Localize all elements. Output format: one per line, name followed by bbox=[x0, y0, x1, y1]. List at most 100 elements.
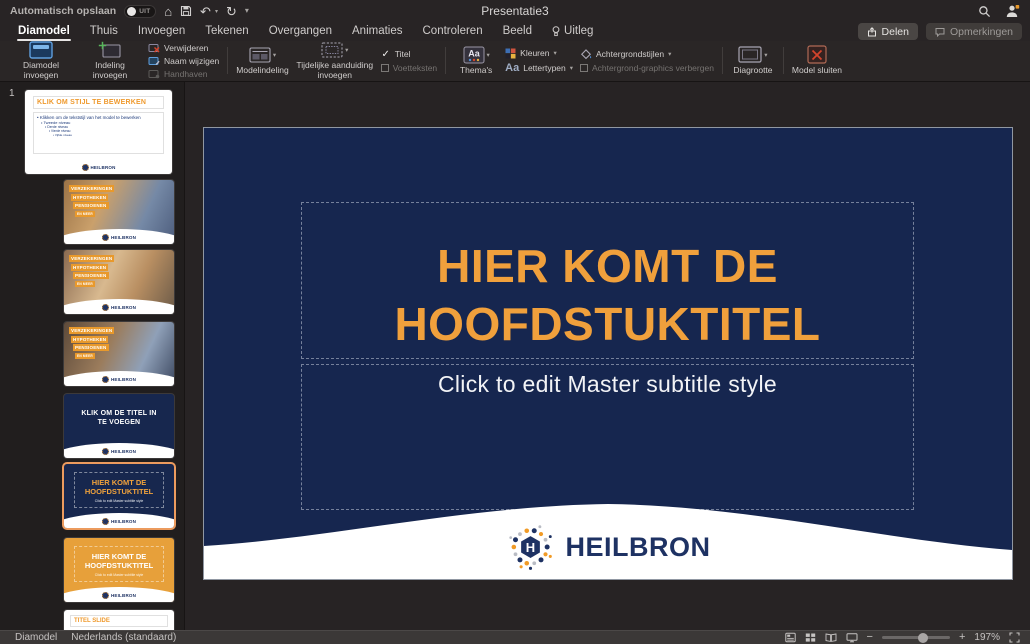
preserve-icon bbox=[148, 69, 160, 79]
thumbnail-title-slide-partial[interactable]: TITEL SLIDE bbox=[64, 610, 174, 630]
zoom-slider[interactable] bbox=[882, 636, 950, 639]
thumbnail-photo-layout-3[interactable]: VERZEKERINGEN HYPOTHEKEN PENSIOENEN EN M… bbox=[64, 322, 174, 386]
footers-checkbox[interactable]: Voetteksten bbox=[381, 63, 437, 73]
thumbnail-chapter-orange[interactable]: HIER KOMT DE HOOFDSTUKTITEL Click to edi… bbox=[64, 538, 174, 602]
search-icon[interactable] bbox=[978, 5, 991, 18]
slideshow-icon[interactable] bbox=[846, 632, 858, 643]
logo-ring-icon bbox=[102, 304, 109, 311]
title-placeholder[interactable]: HIER KOMT DE HOOFDSTUKTITEL bbox=[301, 202, 914, 359]
fonts-icon: Aa bbox=[505, 62, 519, 74]
dropdown-icon: ▾ bbox=[668, 50, 671, 58]
heilbron-logo-icon: H bbox=[506, 522, 556, 572]
delete-button[interactable]: Verwijderen bbox=[148, 43, 219, 53]
slide-size-button[interactable]: ▾ Diagrootte bbox=[731, 46, 775, 76]
save-icon[interactable] bbox=[180, 5, 192, 17]
insert-placeholder-button[interactable]: ▾ Tijdelijke aanduiding invoegen bbox=[296, 41, 374, 81]
tab-beeld[interactable]: Beeld bbox=[493, 23, 542, 41]
lightbulb-icon bbox=[552, 26, 560, 37]
tab-diamodel[interactable]: Diamodel bbox=[8, 23, 80, 41]
share-button[interactable]: Delen bbox=[858, 23, 918, 40]
insert-slide-master-button[interactable]: Diamodel invoegen bbox=[10, 41, 72, 81]
ribbon: Diamodel invoegen Indeling invoegen Verw… bbox=[0, 41, 1030, 82]
insert-layout-button[interactable]: Indeling invoegen bbox=[79, 41, 141, 81]
dropdown-icon: ▾ bbox=[570, 64, 573, 72]
fit-to-window-icon[interactable] bbox=[1009, 632, 1020, 643]
thumbnail-chapter-dark-selected[interactable]: HIER KOMT DE HOOFDSTUKTITEL Click to edi… bbox=[64, 464, 174, 528]
ribbon-separator bbox=[227, 47, 228, 74]
close-master-button[interactable]: Model sluiten bbox=[792, 46, 842, 76]
powerpoint-window: Automatisch opslaan UIT ⌂ ↶ ▾ ↻ ▾ Presen… bbox=[0, 0, 1030, 644]
zoom-level[interactable]: 197% bbox=[974, 632, 1000, 643]
undo-icon[interactable]: ↶ bbox=[200, 5, 211, 18]
thumbnail-photo-layout-2[interactable]: VERZEKERINGEN HYPOTHEKEN PENSIOENEN EN M… bbox=[64, 250, 174, 314]
preserve-button[interactable]: Handhaven bbox=[148, 69, 219, 79]
tab-overgangen[interactable]: Overgangen bbox=[259, 23, 342, 41]
comment-icon bbox=[935, 27, 945, 37]
master-layout-icon bbox=[249, 47, 271, 63]
logo-ring-icon bbox=[102, 448, 109, 455]
statusbar-view-name[interactable]: Diamodel bbox=[15, 632, 57, 643]
normal-view-icon[interactable] bbox=[785, 632, 796, 643]
thumbnail-master[interactable]: KLIK OM STIJL TE BEWERKEN Klikken om de … bbox=[25, 90, 172, 174]
ribbon-group-master: Diamodel invoegen Indeling invoegen Verw… bbox=[4, 43, 225, 78]
heilbron-logo-mini: HEILBRON bbox=[102, 592, 136, 599]
reading-view-icon[interactable] bbox=[825, 632, 837, 643]
tab-thuis[interactable]: Thuis bbox=[80, 23, 128, 41]
ribbon-tabbar: Diamodel Thuis Invoegen Tekenen Overgang… bbox=[0, 22, 1030, 41]
tab-uitleg[interactable]: Uitleg bbox=[542, 23, 603, 41]
account-avatar[interactable] bbox=[1005, 4, 1020, 18]
share-icon bbox=[867, 27, 877, 37]
tab-invoegen[interactable]: Invoegen bbox=[128, 23, 195, 41]
ribbon-tabs: Diamodel Thuis Invoegen Tekenen Overgang… bbox=[8, 22, 603, 41]
themes-button[interactable]: Aa ▾ Thema's bbox=[454, 46, 498, 76]
master-layout-button[interactable]: ▾ Modelindeling bbox=[236, 46, 288, 76]
ribbon-group-theme: Aa ▾ Thema's Kleuren ▾ Aa Lettertypen ▾ bbox=[448, 43, 720, 78]
logo-ring-icon bbox=[102, 592, 109, 599]
colors-icon bbox=[505, 48, 516, 59]
tab-controleren[interactable]: Controleren bbox=[413, 23, 493, 41]
redo-icon[interactable]: ↻ bbox=[226, 5, 237, 18]
statusbar-language[interactable]: Nederlands (standaard) bbox=[71, 632, 176, 643]
heilbron-logo-mini: HEILBRON bbox=[102, 376, 136, 383]
colors-menu-button[interactable]: Kleuren ▾ bbox=[505, 48, 573, 59]
thumbnail-photo-layout-1[interactable]: VERZEKERINGEN HYPOTHEKEN PENSIOENEN EN M… bbox=[64, 180, 174, 244]
insert-slide-master-icon bbox=[29, 41, 53, 59]
statusbar: Diamodel Nederlands (standaard) − + 197% bbox=[0, 630, 1030, 644]
dropdown-icon: ▾ bbox=[487, 51, 490, 59]
thumb-body: Klikken om de tekststijl van het model t… bbox=[33, 112, 164, 154]
heilbron-logo: H HEILBRON bbox=[506, 522, 711, 572]
ribbon-group-size: ▾ Diagrootte bbox=[725, 43, 781, 78]
thumbnail-title-layout[interactable]: KLIK OM DE TITEL IN TE VOEGEN HEILBRON bbox=[64, 394, 174, 458]
zoom-in-button[interactable]: + bbox=[959, 632, 965, 643]
comments-button[interactable]: Opmerkingen bbox=[926, 23, 1022, 40]
slide-canvas[interactable]: HIER KOMT DE HOOFDSTUKTITEL Click to edi… bbox=[203, 127, 1013, 580]
dropdown-icon: ▾ bbox=[764, 51, 767, 59]
titlebar: Automatisch opslaan UIT ⌂ ↶ ▾ ↻ ▾ Presen… bbox=[0, 0, 1030, 22]
ribbon-separator bbox=[722, 47, 723, 74]
autosave-label: Automatisch opslaan bbox=[10, 5, 116, 17]
subtitle-placeholder[interactable]: Click to edit Master subtitle style bbox=[301, 364, 914, 510]
slide-sorter-icon[interactable] bbox=[805, 632, 816, 643]
home-icon[interactable]: ⌂ bbox=[164, 5, 172, 18]
heilbron-logo-mini: HEILBRON bbox=[102, 234, 136, 241]
checkbox-checked-icon: ✓ bbox=[381, 49, 391, 60]
close-master-icon bbox=[807, 45, 827, 64]
tab-tekenen[interactable]: Tekenen bbox=[195, 23, 258, 41]
fonts-menu-button[interactable]: Aa Lettertypen ▾ bbox=[505, 62, 573, 74]
zoom-out-button[interactable]: − bbox=[867, 632, 873, 643]
background-styles-button[interactable]: Achtergrondstijlen ▾ bbox=[580, 49, 714, 60]
rename-button[interactable]: Naam wijzigen bbox=[148, 56, 219, 66]
insert-layout-icon bbox=[98, 41, 122, 59]
customize-toolbar-icon[interactable]: ▾ bbox=[245, 7, 249, 15]
tab-animaties[interactable]: Animaties bbox=[342, 23, 413, 41]
autosave-toggle[interactable]: UIT bbox=[124, 5, 156, 18]
undo-dropdown-icon[interactable]: ▾ bbox=[215, 8, 218, 15]
heilbron-wordmark: HEILBRON bbox=[566, 532, 711, 563]
title-checkbox[interactable]: ✓ Titel bbox=[381, 49, 437, 60]
hide-background-graphics-checkbox[interactable]: Achtergrond-graphics verbergen bbox=[580, 63, 714, 73]
ribbon-group-close: Model sluiten bbox=[786, 43, 848, 78]
heilbron-logo-mini: HEILBRON bbox=[102, 448, 136, 455]
thumbnail-sidebar: 1 KLIK OM STIJL TE BEWERKEN Klikken om d… bbox=[0, 82, 185, 630]
zoom-slider-knob[interactable] bbox=[918, 633, 928, 643]
slide-size-icon bbox=[738, 46, 762, 63]
